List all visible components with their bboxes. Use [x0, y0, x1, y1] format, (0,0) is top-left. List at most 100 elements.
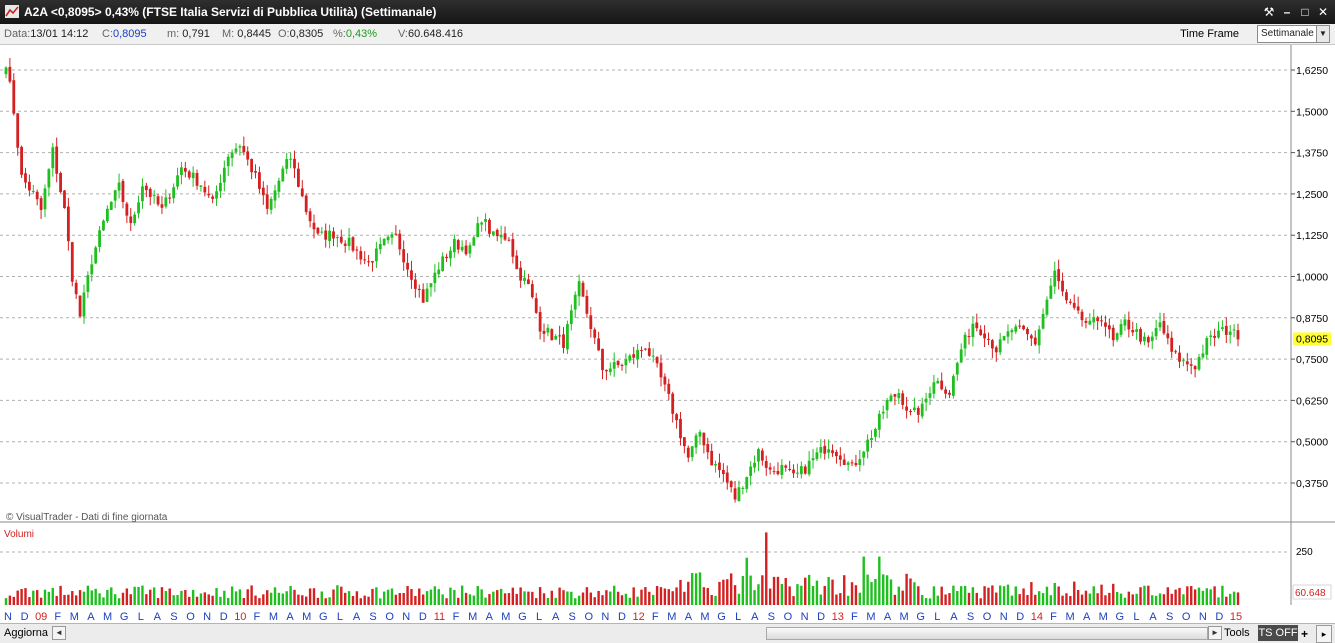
volume-bar: [726, 579, 729, 605]
candle-body: [772, 471, 776, 473]
x-axis-label: L: [138, 611, 144, 623]
x-axis-label: 13: [832, 611, 844, 623]
candle-body: [160, 204, 164, 208]
scrollbar-thumb[interactable]: [766, 627, 1208, 640]
candle-body: [823, 445, 827, 454]
volume-bar: [1209, 589, 1212, 605]
candle-body: [675, 414, 678, 421]
scroll-left-icon[interactable]: ◄: [52, 626, 66, 640]
candle-body: [90, 264, 94, 275]
volume-bar: [679, 579, 682, 605]
candle-body: [784, 465, 788, 468]
volume-bar: [515, 593, 518, 605]
candle-body: [125, 203, 129, 216]
volume-bar: [698, 572, 702, 605]
candle-body: [909, 411, 912, 413]
candle-body: [1236, 330, 1240, 340]
candle-body: [706, 443, 710, 453]
window-title: A2A <0,8095> 0,43% (FTSE Italia Servizi …: [24, 5, 437, 19]
candle-body: [273, 190, 277, 201]
volume-bar: [180, 590, 183, 605]
volume-bar: [913, 582, 916, 605]
panel-toggle-icon[interactable]: ▸: [1316, 625, 1332, 643]
volume-bar: [250, 585, 253, 605]
timeframe-select[interactable]: Settimanale ▼: [1257, 25, 1330, 43]
candle-body: [866, 439, 870, 452]
x-axis-label: 11: [434, 611, 445, 623]
minimize-button[interactable]: –: [1279, 4, 1295, 20]
candle-body: [792, 469, 795, 474]
volume-bar: [172, 595, 175, 605]
x-axis-label: A: [751, 611, 759, 623]
volume-bar: [410, 588, 413, 605]
volume-bar: [59, 585, 62, 605]
candle-body: [1135, 329, 1139, 332]
candle-body: [870, 438, 873, 441]
maximize-button[interactable]: □: [1297, 4, 1313, 20]
candle-body: [1076, 306, 1080, 311]
zoom-in-button[interactable]: +: [1301, 627, 1308, 641]
tools-button[interactable]: Tools: [1224, 627, 1250, 639]
aggiorna-button[interactable]: Aggiorna: [4, 627, 48, 639]
candle-body: [222, 167, 226, 183]
candle-body: [63, 190, 66, 209]
candle-body: [476, 223, 480, 238]
candle-body: [343, 243, 347, 246]
x-axis-label: G: [1116, 611, 1125, 623]
volume-bar: [1030, 582, 1033, 605]
volume-bar: [1088, 593, 1092, 605]
x-axis-label: M: [269, 611, 278, 623]
volume-bar: [706, 588, 709, 605]
volume-bar: [145, 594, 148, 605]
volume-bar: [932, 586, 936, 605]
volume-bar: [967, 592, 971, 605]
candle-body: [714, 464, 717, 466]
y-tick-label: 0,5000: [1296, 437, 1328, 449]
candle-body: [24, 173, 27, 183]
candle-body: [1166, 333, 1170, 339]
ts-off-button[interactable]: TS OFF: [1258, 625, 1298, 641]
x-axis-label: 12: [632, 611, 644, 623]
candle-body: [682, 437, 686, 447]
volume-bar: [1229, 593, 1232, 605]
candle-body: [667, 383, 671, 394]
volume-bar: [90, 590, 93, 605]
volume-bar: [1170, 593, 1173, 605]
volume-bar: [367, 596, 370, 605]
x-axis-label: F: [254, 611, 261, 623]
scroll-right-icon[interactable]: ►: [1208, 626, 1222, 640]
close-button[interactable]: ✕: [1315, 4, 1331, 20]
candle-body: [78, 295, 82, 317]
x-axis-label: S: [967, 611, 974, 623]
candle-body: [297, 168, 300, 187]
volume-bar: [862, 556, 865, 605]
volume-bar: [601, 595, 604, 605]
volume-bar: [613, 585, 616, 605]
candle-body: [195, 173, 199, 186]
volume-bar: [121, 592, 125, 605]
volume-bar: [975, 592, 978, 605]
candle-body: [215, 191, 218, 199]
volume-bar: [355, 591, 359, 605]
quote-open: O:0,8305: [278, 28, 324, 40]
chevron-down-icon[interactable]: ▼: [1316, 26, 1329, 42]
volume-bar: [1057, 586, 1060, 605]
x-axis-label: D: [419, 611, 427, 623]
volume-bar: [273, 587, 277, 605]
candle-body: [1123, 319, 1127, 326]
candle-body: [1201, 353, 1205, 358]
volume-bar: [74, 595, 78, 605]
x-axis-label: G: [717, 611, 726, 623]
volume-bar: [71, 591, 74, 605]
candle-body: [796, 472, 799, 474]
candle-body: [1170, 337, 1174, 352]
candle-body: [760, 450, 764, 461]
volume-bar: [866, 574, 869, 605]
candle-body: [1154, 328, 1158, 337]
candle-body: [768, 467, 772, 470]
x-axis-label: N: [4, 611, 12, 623]
tools-icon[interactable]: ⚒: [1261, 4, 1277, 20]
price-chart[interactable]: 1,6250 1,5000 1,3750 1,2500 1,1250 1,0000 0,87…: [0, 45, 1335, 623]
volume-bar: [160, 587, 164, 605]
volume-bar: [729, 573, 733, 605]
